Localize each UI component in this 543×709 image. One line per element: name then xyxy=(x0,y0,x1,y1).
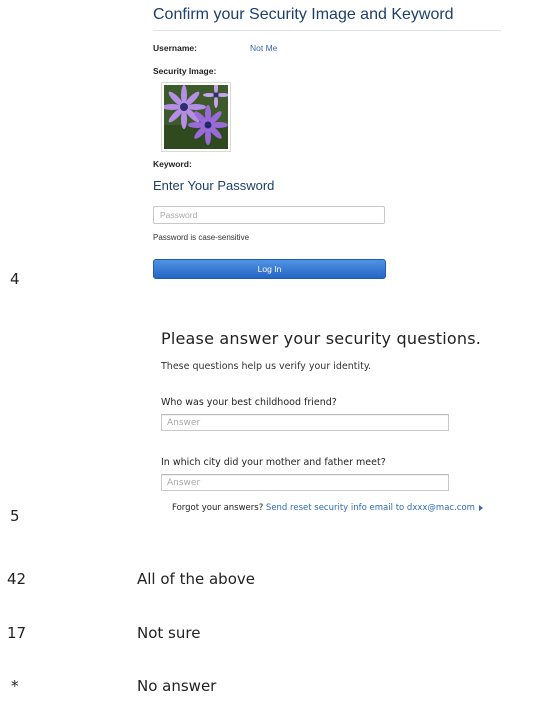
question-2-label: In which city did your mother and father… xyxy=(161,457,386,468)
send-reset-email-link[interactable]: Send reset security info email to dxxx@m… xyxy=(266,503,475,513)
forgot-answers-text: Forgot your answers? xyxy=(172,503,264,513)
chevron-right-icon xyxy=(478,504,483,511)
row-number-5: 5 xyxy=(10,507,20,525)
password-heading: Enter Your Password xyxy=(153,178,275,193)
option-number-no-answer: * xyxy=(11,677,19,695)
option-no-answer[interactable]: No answer xyxy=(137,677,216,695)
not-me-link[interactable]: Not Me xyxy=(250,43,277,53)
forgot-answers-line: Forgot your answers? Send reset security… xyxy=(172,503,483,513)
log-in-button[interactable]: Log In xyxy=(153,259,386,279)
row-number-4: 4 xyxy=(10,270,20,288)
option-all-of-the-above[interactable]: All of the above xyxy=(137,570,255,588)
security-image xyxy=(161,82,231,152)
title-divider xyxy=(153,30,501,31)
answer-2-input[interactable] xyxy=(161,474,449,491)
purple-flower-icon xyxy=(164,85,228,149)
question-1-label: Who was your best childhood friend? xyxy=(161,397,337,408)
option-number-all: 42 xyxy=(7,570,27,588)
security-questions-subtitle: These questions help us verify your iden… xyxy=(161,361,372,372)
keyword-label: Keyword: xyxy=(153,159,192,169)
security-image-label: Security Image: xyxy=(153,66,217,76)
option-number-not-sure: 17 xyxy=(7,624,27,642)
security-questions-title: Please answer your security questions. xyxy=(161,329,482,348)
username-label: Username: xyxy=(153,43,197,53)
password-input[interactable] xyxy=(153,206,385,224)
answer-1-input[interactable] xyxy=(161,414,449,431)
option-not-sure[interactable]: Not sure xyxy=(137,624,200,642)
security-image-title: Confirm your Security Image and Keyword xyxy=(153,6,454,23)
case-sensitive-note: Password is case-sensitive xyxy=(153,233,250,242)
